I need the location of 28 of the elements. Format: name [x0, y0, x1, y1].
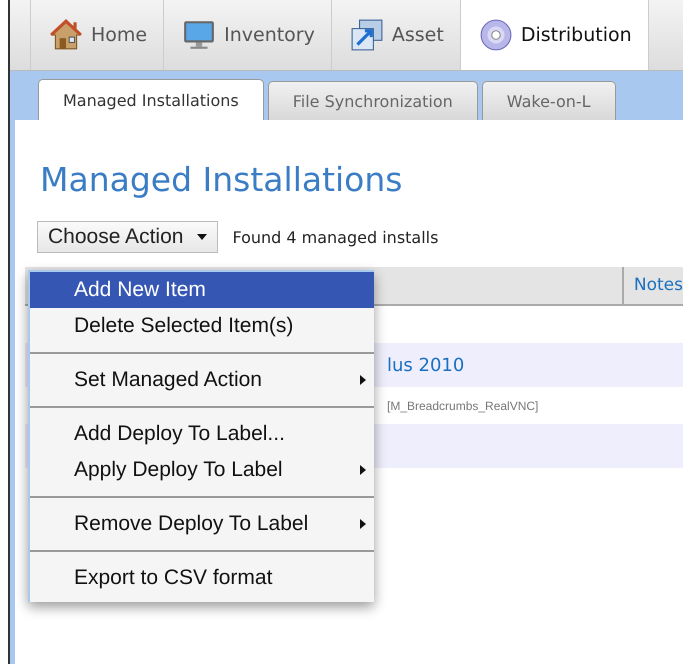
- column-header[interactable]: Notes: [624, 267, 683, 304]
- label-text: [M_Breadcrumbs_RealVNC]: [387, 398, 538, 412]
- menu-item[interactable]: Add Deploy To Label...: [30, 416, 374, 452]
- sub-tab[interactable]: File Synchronization: [268, 81, 478, 120]
- menu-item[interactable]: Remove Deploy To Label: [30, 506, 374, 542]
- result-count: Found 4 managed installs: [232, 228, 438, 246]
- nav-tab[interactable]: Distribution: [460, 0, 649, 70]
- nav-tab[interactable]: Home: [31, 0, 164, 70]
- house-icon: [49, 18, 83, 52]
- item-link[interactable]: lus 2010: [387, 354, 464, 376]
- submenu-arrow-icon: [360, 519, 366, 529]
- nav-tab[interactable]: Inventory: [164, 0, 332, 70]
- menu-item[interactable]: Add New Item: [30, 272, 374, 308]
- menu-item[interactable]: Set Managed Action: [30, 362, 374, 398]
- windows-icon: [350, 18, 384, 52]
- menu-item[interactable]: Delete Selected Item(s): [30, 308, 374, 344]
- choose-action-dropdown[interactable]: Choose Action: [37, 221, 218, 253]
- menu-item[interactable]: Export to CSV format: [30, 560, 374, 596]
- disc-icon: [478, 18, 513, 52]
- monitor-icon: [182, 18, 216, 52]
- sub-tab[interactable]: Wake-on-L: [482, 81, 616, 120]
- nav-tab[interactable]: Asset: [332, 0, 461, 70]
- caret-icon: [197, 234, 208, 240]
- menu-item[interactable]: Apply Deploy To Label: [30, 452, 374, 488]
- page-title: Managed Installations: [40, 160, 404, 199]
- submenu-arrow-icon: [360, 465, 366, 475]
- submenu-arrow-icon: [360, 375, 366, 385]
- sub-tab[interactable]: Managed Installations: [38, 79, 264, 120]
